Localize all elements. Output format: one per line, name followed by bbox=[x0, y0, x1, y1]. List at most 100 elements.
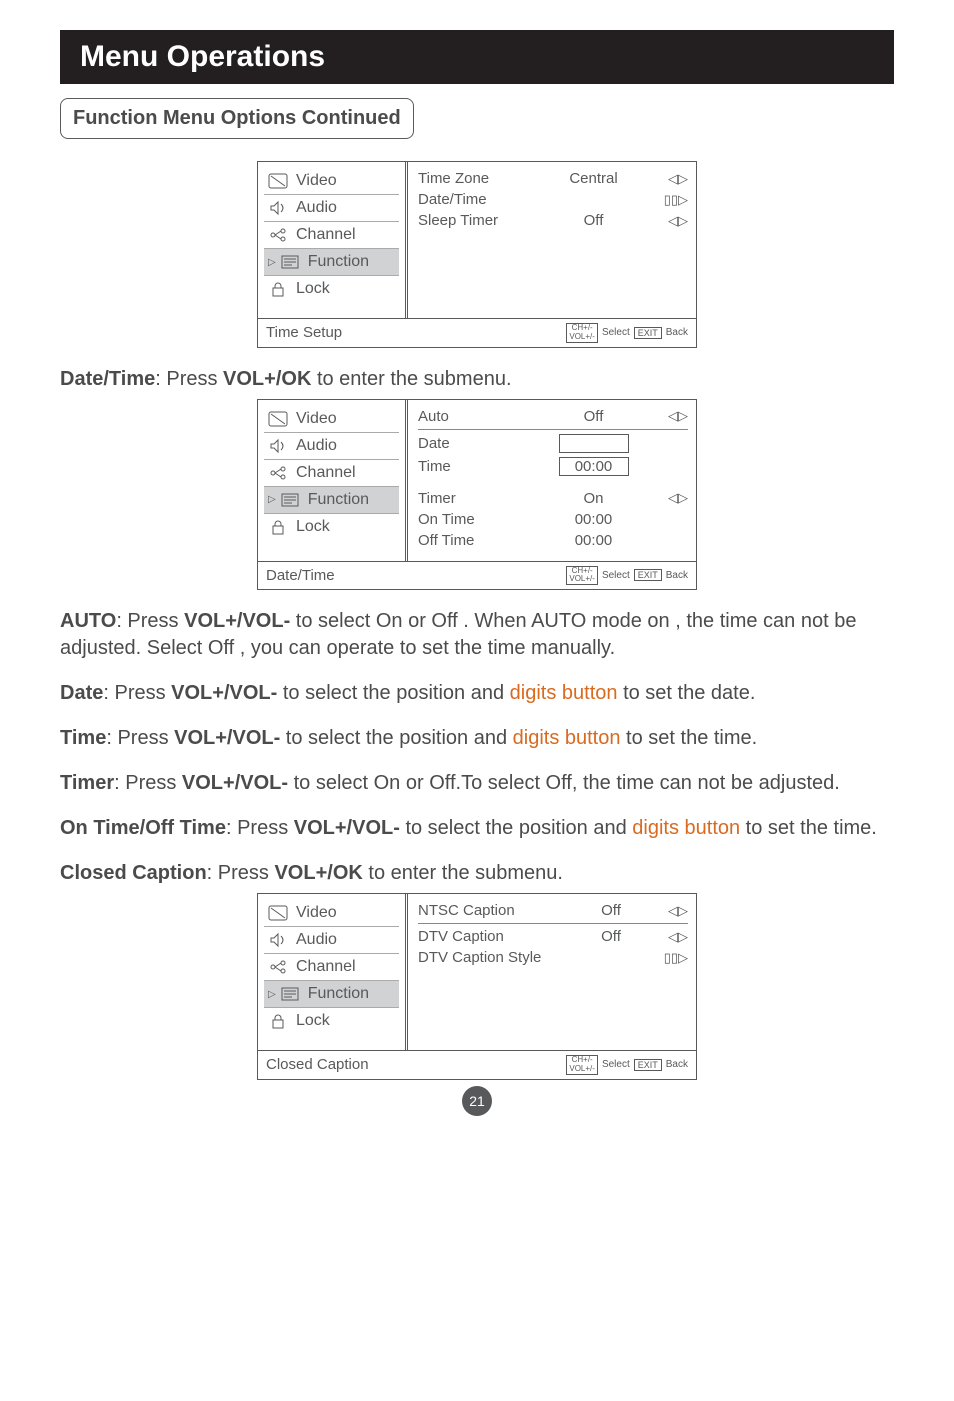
sidebar-item-video[interactable]: Video bbox=[264, 900, 399, 927]
video-icon bbox=[268, 904, 288, 922]
sidebar-item-lock[interactable]: Lock bbox=[264, 1008, 399, 1034]
osd-content: Time Zone Central ◁▷ Date/Time ▯▯▷ Sleep… bbox=[408, 162, 696, 318]
osd-menu-closed-caption: Video Audio Channel ▷ Function bbox=[257, 893, 697, 1080]
row-on-time[interactable]: On Time 00:00 bbox=[418, 509, 688, 530]
function-icon bbox=[280, 491, 300, 509]
sidebar-item-channel[interactable]: Channel bbox=[264, 460, 399, 487]
sidebar-item-function[interactable]: ▷ Function bbox=[264, 487, 399, 514]
lock-icon bbox=[268, 1012, 288, 1030]
osd-menu-date-time: Video Audio Channel ▷ Function bbox=[257, 399, 697, 591]
sidebar-item-label: Lock bbox=[296, 518, 330, 536]
footer-title: Date/Time bbox=[266, 567, 335, 584]
row-label: NTSC Caption bbox=[418, 902, 568, 919]
function-icon bbox=[280, 253, 300, 271]
footer-title: Time Setup bbox=[266, 324, 342, 341]
sidebar-item-label: Channel bbox=[296, 958, 356, 976]
row-value: Central bbox=[544, 170, 644, 187]
row-ntsc-caption[interactable]: NTSC Caption Off ◁▷ bbox=[418, 900, 688, 921]
legend-select: Select bbox=[602, 1059, 630, 1070]
row-timer[interactable]: Timer On ◁▷ bbox=[418, 488, 688, 509]
row-label: Time bbox=[418, 458, 533, 475]
sidebar-item-label: Channel bbox=[296, 226, 356, 244]
sidebar-item-channel[interactable]: Channel bbox=[264, 222, 399, 249]
channel-icon bbox=[268, 958, 288, 976]
row-time-zone[interactable]: Time Zone Central ◁▷ bbox=[418, 168, 688, 189]
spacer bbox=[418, 478, 688, 488]
sidebar-item-channel[interactable]: Channel bbox=[264, 954, 399, 981]
selection-indicator-icon: ▷ bbox=[268, 257, 276, 268]
section-subtitle: Function Menu Options Continued bbox=[60, 98, 414, 139]
row-dtv-caption-style[interactable]: DTV Caption Style ▯▯▷ bbox=[418, 947, 688, 968]
row-value: Off bbox=[544, 212, 644, 229]
row-time[interactable]: Time 00:00 bbox=[418, 455, 688, 478]
lock-icon bbox=[268, 518, 288, 536]
legend-back: Back bbox=[666, 327, 688, 338]
para-date: Date: Press VOL+/VOL- to select the posi… bbox=[60, 680, 894, 707]
sidebar-item-label: Audio bbox=[296, 199, 337, 217]
row-value: On bbox=[544, 490, 644, 507]
selection-indicator-icon: ▷ bbox=[268, 494, 276, 505]
sidebar-item-video[interactable]: Video bbox=[264, 406, 399, 433]
row-value: 00:00 bbox=[544, 457, 644, 476]
row-label: DTV Caption bbox=[418, 928, 568, 945]
divider bbox=[418, 923, 688, 924]
footer-legend: CH+/-VOL+/- Select EXIT Back bbox=[566, 323, 688, 343]
sidebar-item-lock[interactable]: Lock bbox=[264, 514, 399, 540]
sidebar-item-lock[interactable]: Lock bbox=[264, 276, 399, 302]
row-value: 00:00 bbox=[544, 532, 644, 549]
row-dtv-caption[interactable]: DTV Caption Off ◁▷ bbox=[418, 926, 688, 947]
footer-title: Closed Caption bbox=[266, 1056, 369, 1073]
osd-sidebar: Video Audio Channel ▷ Function bbox=[258, 894, 408, 1050]
left-right-arrows-icon: ◁▷ bbox=[654, 490, 688, 506]
legend-select: Select bbox=[602, 570, 630, 581]
sidebar-item-label: Function bbox=[308, 491, 369, 509]
sidebar-item-label: Channel bbox=[296, 464, 356, 482]
enter-arrow-icon: ▯▯▷ bbox=[654, 950, 688, 966]
sidebar-item-audio[interactable]: Audio bbox=[264, 927, 399, 954]
left-right-arrows-icon: ◁▷ bbox=[654, 213, 688, 229]
row-off-time[interactable]: Off Time 00:00 bbox=[418, 530, 688, 551]
row-sleep-timer[interactable]: Sleep Timer Off ◁▷ bbox=[418, 210, 688, 231]
para-closed-caption: Closed Caption: Press VOL+/OK to enter t… bbox=[60, 860, 894, 887]
osd-footer: Closed Caption CH+/-VOL+/- Select EXIT B… bbox=[258, 1050, 696, 1079]
sidebar-item-label: Video bbox=[296, 904, 337, 922]
audio-icon bbox=[268, 437, 288, 455]
osd-sidebar: Video Audio Channel bbox=[258, 162, 408, 318]
row-label: Date/Time bbox=[418, 191, 533, 208]
para-time: Time: Press VOL+/VOL- to select the posi… bbox=[60, 725, 894, 752]
ch-vol-key-icon: CH+/-VOL+/- bbox=[566, 566, 598, 586]
row-value: 00:00 bbox=[544, 511, 644, 528]
row-label: Sleep Timer bbox=[418, 212, 533, 229]
divider bbox=[418, 429, 688, 430]
sidebar-item-label: Function bbox=[308, 253, 369, 271]
para-timer: Timer: Press VOL+/VOL- to select On or O… bbox=[60, 770, 894, 797]
sidebar-item-label: Audio bbox=[296, 931, 337, 949]
legend-back: Back bbox=[666, 1059, 688, 1070]
sidebar-item-audio[interactable]: Audio bbox=[264, 433, 399, 460]
sidebar-item-audio[interactable]: Audio bbox=[264, 195, 399, 222]
audio-icon bbox=[268, 931, 288, 949]
exit-key-icon: EXIT bbox=[634, 327, 662, 339]
row-date[interactable]: Date bbox=[418, 432, 688, 455]
enter-arrow-icon: ▯▯▷ bbox=[654, 192, 688, 208]
sidebar-item-label: Function bbox=[308, 985, 369, 1003]
sidebar-item-function[interactable]: ▷ Function bbox=[264, 981, 399, 1008]
sidebar-item-function[interactable]: ▷ Function bbox=[264, 249, 399, 276]
channel-icon bbox=[268, 226, 288, 244]
sidebar-item-video[interactable]: Video bbox=[264, 168, 399, 195]
footer-legend: CH+/-VOL+/- Select EXIT Back bbox=[566, 1055, 688, 1075]
osd-content: NTSC Caption Off ◁▷ DTV Caption Off ◁▷ D… bbox=[408, 894, 696, 1050]
para-auto: AUTO: Press VOL+/VOL- to select On or Of… bbox=[60, 608, 894, 662]
row-auto[interactable]: Auto Off ◁▷ bbox=[418, 406, 688, 427]
legend-back: Back bbox=[666, 570, 688, 581]
row-label: Auto bbox=[418, 408, 533, 425]
row-value: Off bbox=[581, 928, 641, 945]
footer-legend: CH+/-VOL+/- Select EXIT Back bbox=[566, 566, 688, 586]
row-date-time[interactable]: Date/Time ▯▯▷ bbox=[418, 189, 688, 210]
row-label: Time Zone bbox=[418, 170, 533, 187]
ch-vol-key-icon: CH+/-VOL+/- bbox=[566, 1055, 598, 1075]
selection-indicator-icon: ▷ bbox=[268, 989, 276, 1000]
osd-footer: Time Setup CH+/-VOL+/- Select EXIT Back bbox=[258, 318, 696, 347]
page-number: 21 bbox=[462, 1086, 492, 1116]
para-on-off-time: On Time/Off Time: Press VOL+/VOL- to sel… bbox=[60, 815, 894, 842]
